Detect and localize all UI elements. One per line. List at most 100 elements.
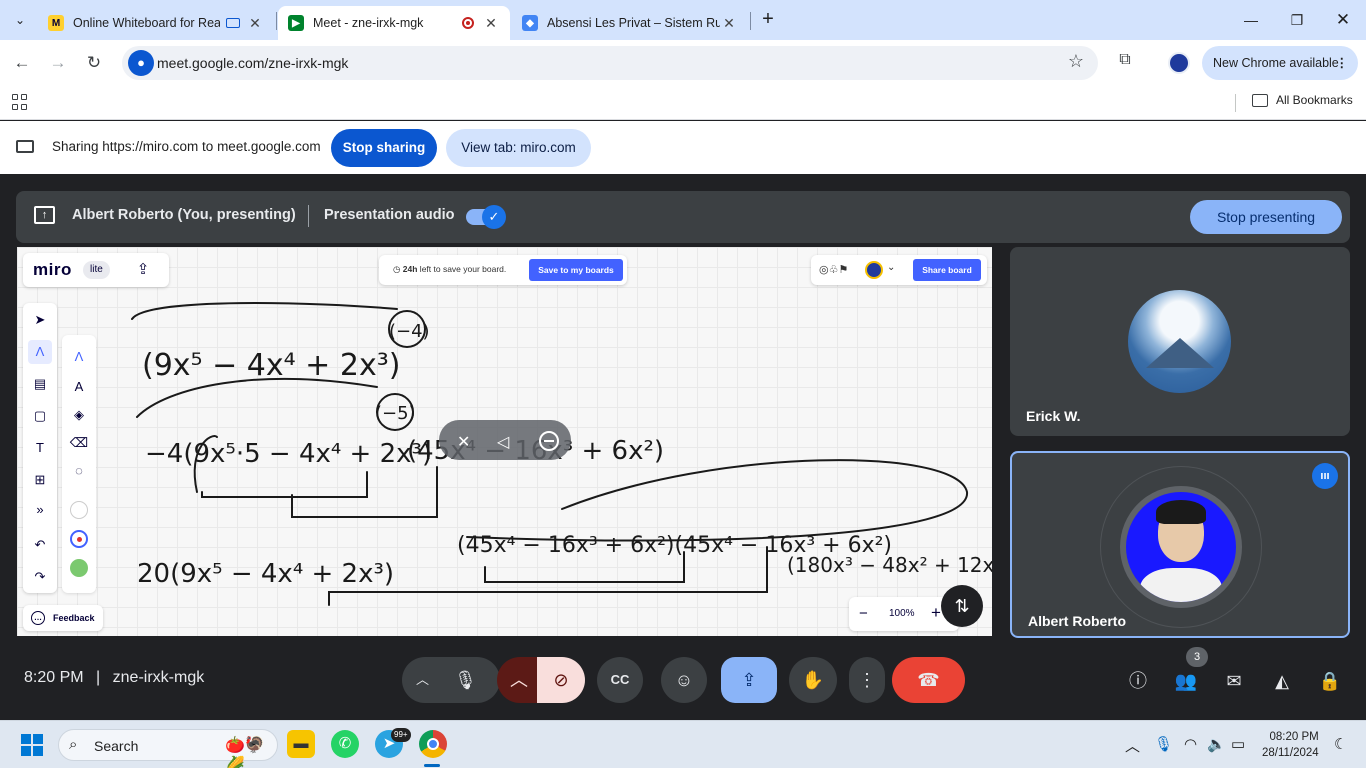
pen-icon[interactable]: Λ	[67, 345, 91, 369]
zoom-out-button[interactable]: −	[859, 605, 868, 622]
audio-options-chevron-icon[interactable]: ︿	[416, 657, 429, 703]
emoji-reaction-icon[interactable]: ☺	[661, 657, 707, 703]
color-red-swatch[interactable]	[70, 530, 88, 548]
address-bar[interactable]: ● meet.google.com/zne-irxk-mgk ☆	[122, 46, 1098, 80]
windows-start-icon[interactable]	[21, 734, 43, 756]
volume-icon[interactable]: 🔈	[1207, 735, 1226, 753]
volume-off-icon: ◁	[497, 434, 510, 451]
lasso-icon[interactable]: ◌	[67, 459, 91, 483]
undo-icon[interactable]: ↶	[28, 533, 52, 557]
templates-icon[interactable]: ▤	[28, 372, 52, 396]
smart-draw-icon[interactable]: ◈	[67, 403, 91, 427]
highlighter-icon[interactable]: A	[67, 375, 91, 399]
select-tool-icon[interactable]: ➤	[28, 308, 52, 332]
save-to-boards-button[interactable]: Save to my boards	[529, 259, 623, 281]
forward-icon[interactable]: →	[45, 50, 71, 76]
tab-divider	[750, 12, 751, 30]
reload-icon[interactable]: ↻	[81, 50, 107, 76]
taskbar-clock[interactable]: 08:20 PM 28/11/2024	[1262, 729, 1319, 761]
host-controls-icon[interactable]: 🔒	[1317, 668, 1343, 694]
miro-logo[interactable]: miro	[33, 260, 72, 280]
share-board-button[interactable]: Share board	[913, 259, 981, 281]
menu-dots-icon[interactable]: ⋮	[1336, 46, 1349, 80]
close-tab-icon[interactable]: ✕	[482, 15, 500, 32]
taskbar-search[interactable]: ⌕ Search 🍅🦃🌽	[58, 729, 278, 768]
miro-collab-bar: ◎♧⚑ ⌄ Share board	[811, 255, 987, 285]
restore-icon[interactable]: ❐	[1274, 6, 1320, 34]
save-board-notice: ◷ 24h left to save your board. Save to m…	[379, 255, 627, 285]
meeting-details-icon[interactable]: ⓘ	[1125, 668, 1151, 694]
upload-icon[interactable]: ⇪	[133, 260, 153, 280]
profile-avatar[interactable]	[1168, 52, 1190, 74]
extensions-icon[interactable]: ⧉	[1114, 51, 1136, 73]
tab-miro[interactable]: M Online Whiteboard for Real ✕	[38, 6, 274, 40]
recording-icon	[462, 17, 474, 29]
chevron-down-icon[interactable]: ⌄	[887, 262, 895, 273]
participant-tile-erick[interactable]: Erick W.	[1010, 247, 1350, 436]
color-green-swatch[interactable]	[70, 559, 88, 577]
camera-off-icon[interactable]: ⊘	[537, 657, 585, 703]
file-explorer-icon[interactable]: ▬	[287, 730, 315, 758]
new-chrome-button[interactable]: New Chrome available ⋮	[1202, 46, 1358, 80]
avatar[interactable]	[865, 261, 883, 279]
bookmarks-divider	[1235, 94, 1236, 112]
raise-hand-icon[interactable]: ✋	[789, 657, 837, 703]
pen-tool-icon[interactable]: Λ	[28, 340, 52, 364]
fit-expand-icon[interactable]: ⇅	[941, 585, 983, 627]
ink-underline	[291, 466, 438, 518]
tab-absensi[interactable]: ◆ Absensi Les Privat – Sistem Rua ✕	[512, 6, 748, 40]
notifications-icon[interactable]: ☾	[1334, 735, 1347, 753]
sharing-tab-icon	[226, 18, 240, 28]
banner-divider	[308, 205, 309, 227]
bookmark-star-icon[interactable]: ☆	[1068, 51, 1084, 72]
shapes-icon[interactable]: ⊞	[28, 468, 52, 492]
avatar	[1128, 290, 1231, 393]
activities-icon[interactable]: ◭	[1269, 668, 1295, 694]
participant-tile-albert[interactable]: ııı Albert Roberto	[1010, 451, 1350, 638]
more-tools-icon[interactable]: »	[28, 498, 52, 522]
text-tool-icon[interactable]: T	[28, 436, 52, 460]
thin-stroke-swatch[interactable]	[70, 501, 88, 519]
ink-line3a: 20(9x⁵ − 4x⁴ + 2x³)	[137, 559, 394, 589]
close-window-icon[interactable]: ✕	[1320, 6, 1366, 34]
whatsapp-icon[interactable]: ✆	[331, 730, 359, 758]
zoom-in-button[interactable]: +	[931, 603, 941, 623]
tab-meet[interactable]: ▶ Meet - zne-irxk-mgk ✕	[278, 6, 510, 40]
wifi-icon[interactable]: ◠	[1184, 735, 1197, 753]
microphone-icon[interactable]: 🎙	[454, 657, 477, 703]
url-text[interactable]: meet.google.com/zne-irxk-mgk	[157, 55, 348, 71]
minimize-icon[interactable]: —	[1228, 6, 1274, 34]
view-tab-button[interactable]: View tab: miro.com	[446, 129, 591, 167]
captions-icon[interactable]: CC	[597, 657, 643, 703]
tab-search-chevron-icon[interactable]: ⌄	[8, 8, 32, 32]
chrome-icon[interactable]	[419, 730, 447, 758]
tray-chevron-icon[interactable]: ︿	[1125, 735, 1140, 756]
video-options-chevron-icon[interactable]: ︿	[497, 657, 541, 703]
presented-miro-board: (9x⁵ − 4x⁴ + 2x³) (−4) −4(9x⁵·5 − 4x⁴ + …	[17, 247, 992, 636]
close-tab-icon[interactable]: ✕	[720, 15, 738, 32]
more-options-icon[interactable]: ⋮	[849, 657, 885, 703]
all-bookmarks[interactable]: All Bookmarks	[1276, 93, 1353, 107]
presentation-audio-toggle[interactable]: ✓	[466, 205, 506, 229]
microphone-icon[interactable]: ●	[128, 50, 154, 76]
tab-sharing-bar: Sharing https://miro.com to meet.google.…	[0, 121, 1366, 174]
redo-icon[interactable]: ↷	[28, 565, 52, 589]
chat-icon[interactable]: ✉	[1221, 668, 1247, 694]
close-tab-icon[interactable]: ✕	[246, 15, 264, 32]
eraser-icon[interactable]: ⌫	[67, 431, 91, 455]
leave-call-icon[interactable]: ☎	[892, 657, 965, 703]
stop-presenting-button[interactable]: Stop presenting	[1190, 200, 1342, 234]
back-icon[interactable]: ←	[9, 50, 35, 76]
tab-title: Online Whiteboard for Real	[73, 16, 220, 30]
apps-grid-icon[interactable]	[12, 94, 28, 110]
sticky-note-icon[interactable]: ▢	[28, 404, 52, 428]
microphone-in-use-icon[interactable]: 🎙	[1154, 735, 1173, 753]
feedback-button[interactable]: … Feedback	[23, 605, 103, 631]
stop-sharing-button[interactable]: Stop sharing	[331, 129, 437, 167]
telegram-unread-badge: 99+	[391, 728, 411, 742]
people-icon[interactable]: 👥	[1173, 668, 1199, 694]
reactions-icon[interactable]: ◎♧⚑	[819, 263, 848, 276]
battery-icon[interactable]: ▭	[1231, 735, 1245, 753]
new-tab-icon[interactable]: +	[758, 9, 778, 29]
present-now-icon[interactable]: ⇪	[721, 657, 777, 703]
